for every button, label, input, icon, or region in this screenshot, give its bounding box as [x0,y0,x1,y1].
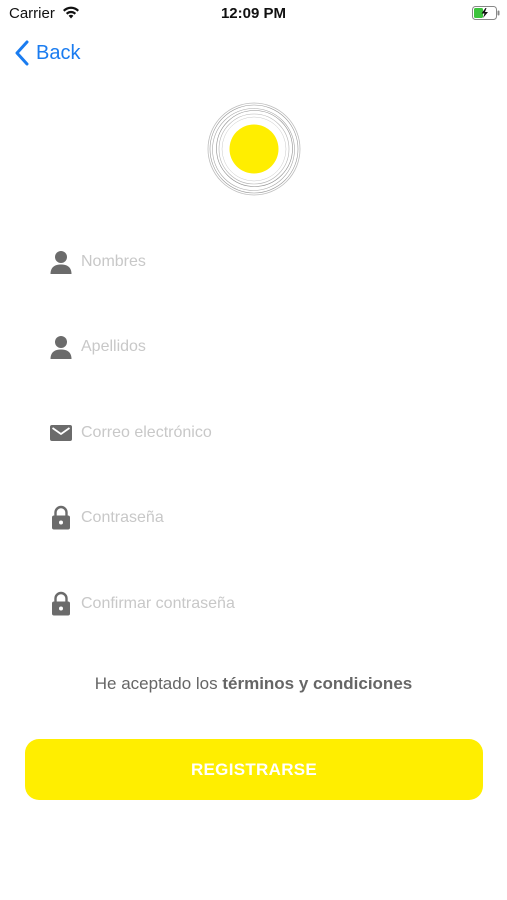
first-name-field[interactable] [48,245,468,279]
chevron-left-icon [15,40,29,66]
password-input[interactable] [81,509,441,527]
person-icon [48,334,74,360]
clock: 12:09 PM [220,5,287,22]
battery-charging-icon [472,6,500,20]
register-button-label: REGISTRARSE [190,759,318,779]
lock-icon [48,505,74,531]
app-logo [207,102,301,196]
back-button[interactable]: Back [14,38,80,68]
confirm-password-field[interactable] [48,587,468,621]
status-bar: Carrier 12:09 PM [0,0,507,28]
first-name-input[interactable] [81,253,441,271]
lock-icon [48,591,74,617]
terms-link[interactable]: términos y condiciones [222,674,412,693]
confirm-password-input[interactable] [81,595,441,613]
email-input[interactable] [81,424,441,442]
back-label: Back [36,41,81,64]
terms-prefix: He aceptado los [94,674,223,693]
register-button[interactable]: REGISTRARSE [25,739,483,800]
envelope-icon [48,420,74,446]
person-icon [48,249,74,275]
last-name-field[interactable] [48,330,468,364]
terms-text: He aceptado los términos y condiciones [0,674,507,694]
last-name-input[interactable] [81,338,441,356]
password-field[interactable] [48,501,468,535]
email-field[interactable] [48,416,468,450]
